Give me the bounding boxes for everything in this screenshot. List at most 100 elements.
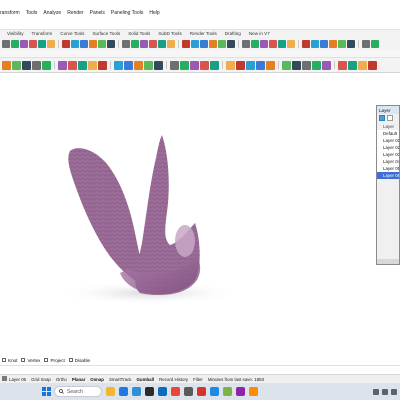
main-tool-icon[interactable] bbox=[287, 40, 295, 48]
sidebar-tool-icon[interactable] bbox=[358, 60, 367, 70]
layer-item[interactable]: Layer 03 bbox=[377, 151, 399, 158]
delete-layer-icon[interactable] bbox=[387, 115, 393, 121]
sidebar-tool-icon[interactable] bbox=[338, 60, 347, 70]
sidebar-tool-icon[interactable] bbox=[210, 60, 219, 70]
main-tool-icon[interactable] bbox=[227, 40, 235, 48]
status-record-history[interactable]: Record History bbox=[158, 377, 189, 382]
sidebar-tool-icon[interactable] bbox=[322, 60, 331, 70]
osnap-disable[interactable]: Disable bbox=[68, 358, 90, 363]
sidebar-tool-icon[interactable] bbox=[226, 60, 235, 70]
sidebar-tool-icon[interactable] bbox=[282, 60, 291, 70]
perspective-viewport[interactable] bbox=[0, 73, 400, 345]
tab-new-in-v7[interactable]: New in V7 bbox=[245, 30, 274, 38]
taskbar-search-box[interactable]: Search bbox=[54, 386, 102, 397]
main-tool-icon[interactable] bbox=[320, 40, 328, 48]
mail-icon[interactable] bbox=[158, 387, 167, 396]
main-tool-icon[interactable] bbox=[269, 40, 277, 48]
sidebar-tool-icon[interactable] bbox=[266, 60, 275, 70]
sidebar-tool-icon[interactable] bbox=[2, 60, 11, 70]
sidebar-tool-icon[interactable] bbox=[22, 60, 31, 70]
tab-subd-tools[interactable]: SubD Tools bbox=[154, 30, 185, 38]
app-icon-5[interactable] bbox=[249, 387, 258, 396]
osnap-checkbox[interactable] bbox=[2, 358, 6, 362]
wing-sculpture-model[interactable] bbox=[68, 135, 201, 295]
osnap-project[interactable]: Project bbox=[44, 358, 65, 363]
rhino-icon[interactable] bbox=[145, 387, 154, 396]
status-ortho[interactable]: Ortho bbox=[55, 377, 68, 382]
main-tool-icon[interactable] bbox=[158, 40, 166, 48]
main-tool-icon[interactable] bbox=[140, 40, 148, 48]
menu-analyze[interactable]: Analyze bbox=[43, 10, 61, 16]
menu-tools[interactable]: Tools bbox=[26, 10, 38, 16]
main-tool-icon[interactable] bbox=[242, 40, 250, 48]
app-icon-4[interactable] bbox=[236, 387, 245, 396]
osnap-checkbox[interactable] bbox=[68, 358, 73, 362]
osnap-knot[interactable]: Knot bbox=[2, 358, 17, 363]
sidebar-tool-icon[interactable] bbox=[114, 60, 123, 70]
main-tool-icon[interactable] bbox=[302, 40, 310, 48]
main-tool-icon[interactable] bbox=[182, 40, 190, 48]
main-tool-icon[interactable] bbox=[149, 40, 157, 48]
main-tool-icon[interactable] bbox=[251, 40, 259, 48]
sidebar-tool-icon[interactable] bbox=[78, 60, 87, 70]
tab-render-tools[interactable]: Render Tools bbox=[186, 30, 221, 38]
main-tool-icon[interactable] bbox=[209, 40, 217, 48]
main-tool-icon[interactable] bbox=[71, 40, 79, 48]
volume-icon[interactable] bbox=[391, 388, 397, 395]
sidebar-tool-icon[interactable] bbox=[170, 60, 179, 70]
layer-item[interactable]: Default bbox=[377, 130, 399, 137]
tab-visibility[interactable]: Visibility bbox=[3, 30, 28, 38]
command-history-area[interactable] bbox=[0, 18, 400, 30]
status-minutes-from-last-save-1883[interactable]: Minutes from last save: 1883 bbox=[207, 377, 265, 382]
main-tool-icon[interactable] bbox=[218, 40, 226, 48]
main-tool-icon[interactable] bbox=[371, 40, 379, 48]
sidebar-tool-icon[interactable] bbox=[68, 60, 77, 70]
sidebar-tool-icon[interactable] bbox=[312, 60, 321, 70]
main-tool-icon[interactable] bbox=[98, 40, 106, 48]
file-explorer-icon[interactable] bbox=[106, 387, 115, 396]
main-tool-icon[interactable] bbox=[38, 40, 46, 48]
sidebar-tool-icon[interactable] bbox=[180, 60, 189, 70]
menu-transform[interactable]: ransform bbox=[0, 10, 20, 16]
status-smarttrack[interactable]: SmartTrack bbox=[108, 377, 133, 382]
layer-item[interactable]: Layer 02 bbox=[377, 144, 399, 151]
main-tool-icon[interactable] bbox=[20, 40, 28, 48]
new-layer-icon[interactable] bbox=[379, 115, 385, 121]
main-tool-icon[interactable] bbox=[167, 40, 175, 48]
sidebar-tool-icon[interactable] bbox=[200, 60, 209, 70]
sidebar-tool-icon[interactable] bbox=[58, 60, 67, 70]
main-tool-icon[interactable] bbox=[260, 40, 268, 48]
main-tool-icon[interactable] bbox=[122, 40, 130, 48]
main-tool-icon[interactable] bbox=[2, 40, 10, 48]
status-planar[interactable]: Planar bbox=[71, 377, 86, 382]
windows-start-icon[interactable] bbox=[42, 387, 51, 396]
sidebar-tool-icon[interactable] bbox=[292, 60, 301, 70]
tray-chevron-icon[interactable] bbox=[373, 388, 379, 395]
sidebar-tool-icon[interactable] bbox=[144, 60, 153, 70]
sidebar-tool-icon[interactable] bbox=[32, 60, 41, 70]
sidebar-tool-icon[interactable] bbox=[88, 60, 97, 70]
sidebar-tool-icon[interactable] bbox=[134, 60, 143, 70]
status-filter[interactable]: Filter bbox=[192, 377, 204, 382]
sidebar-tool-icon[interactable] bbox=[42, 60, 51, 70]
app-icon-3[interactable] bbox=[223, 387, 232, 396]
sidebar-tool-icon[interactable] bbox=[368, 60, 377, 70]
main-tool-icon[interactable] bbox=[89, 40, 97, 48]
layers-panel[interactable]: Layer Layer Default Layer 01 Layer 02 Layer… bbox=[376, 105, 400, 265]
osnap-vertex[interactable]: Vertex bbox=[21, 358, 40, 363]
status-gumball[interactable]: Gumball bbox=[136, 377, 156, 382]
main-tool-icon[interactable] bbox=[338, 40, 346, 48]
tab-surface-tools[interactable]: Surface Tools bbox=[88, 30, 124, 38]
menu-panels[interactable]: Panels bbox=[90, 10, 105, 16]
tab-curve-tools[interactable]: Curve Tools bbox=[56, 30, 88, 38]
sidebar-tool-icon[interactable] bbox=[12, 60, 21, 70]
layer-item[interactable]: Layer 06 bbox=[377, 172, 399, 179]
main-tool-icon[interactable] bbox=[29, 40, 37, 48]
edge-icon[interactable] bbox=[119, 387, 128, 396]
menu-render[interactable]: Render bbox=[67, 10, 83, 16]
current-layer-indicator[interactable]: Layer 06 bbox=[1, 376, 27, 382]
main-tool-icon[interactable] bbox=[200, 40, 208, 48]
tab-solid-tools[interactable]: Solid Tools bbox=[124, 30, 154, 38]
network-icon[interactable] bbox=[382, 388, 388, 395]
app-icon-2[interactable] bbox=[210, 387, 219, 396]
